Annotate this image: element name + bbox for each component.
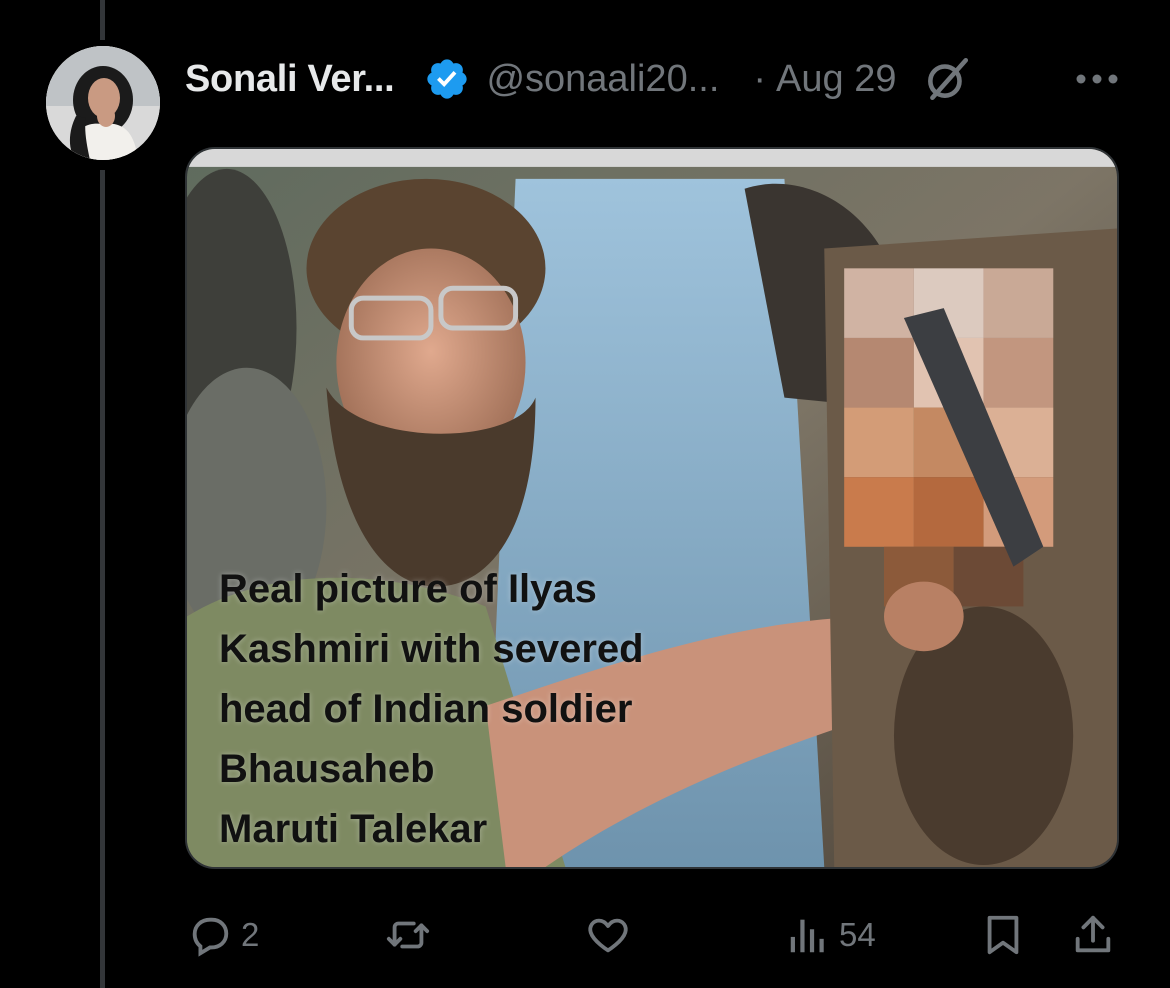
- post-header: Sonali Ver... @sonaali20... · Aug 29: [185, 52, 1130, 106]
- post-date[interactable]: Aug 29: [776, 58, 896, 101]
- thread-connector-line: [100, 170, 105, 988]
- more-icon[interactable]: [1072, 52, 1122, 106]
- bookmark-icon: [980, 912, 1026, 958]
- like-button[interactable]: [585, 905, 631, 965]
- reply-button[interactable]: 2: [187, 905, 259, 965]
- verified-badge-icon[interactable]: [424, 56, 470, 102]
- caption-line: Real picture of Ilyas: [219, 567, 597, 611]
- separator-dot: ·: [753, 57, 767, 100]
- author-display-name[interactable]: Sonali Ver...: [185, 58, 395, 101]
- reply-count: 2: [241, 916, 260, 953]
- post-image[interactable]: Real picture of Ilyas Kashmiri with seve…: [185, 147, 1119, 869]
- author-handle[interactable]: @sonaali20...: [486, 58, 719, 101]
- caption-line: Kashmiri with severed: [219, 627, 644, 671]
- avatar[interactable]: [46, 46, 160, 160]
- repost-button[interactable]: [385, 905, 431, 965]
- share-button[interactable]: [1070, 905, 1116, 965]
- heart-icon: [585, 912, 631, 958]
- avatar-image: [46, 46, 160, 160]
- view-count: 54: [839, 916, 876, 953]
- reply-icon: [187, 912, 233, 958]
- bookmark-button[interactable]: [980, 905, 1026, 965]
- repost-icon: [385, 912, 431, 958]
- action-bar: 2 54: [185, 905, 1120, 965]
- caption-line: Bhausaheb: [219, 747, 435, 791]
- caption-line: Maruti Talekar: [219, 807, 488, 851]
- grok-icon[interactable]: [922, 54, 972, 104]
- views-button[interactable]: 54: [785, 905, 876, 965]
- share-icon: [1070, 912, 1116, 958]
- image-caption: Real picture of Ilyas Kashmiri with seve…: [219, 559, 779, 859]
- thread-line-top: [100, 0, 105, 40]
- views-icon: [785, 912, 831, 958]
- caption-line: head of Indian soldier: [219, 687, 633, 731]
